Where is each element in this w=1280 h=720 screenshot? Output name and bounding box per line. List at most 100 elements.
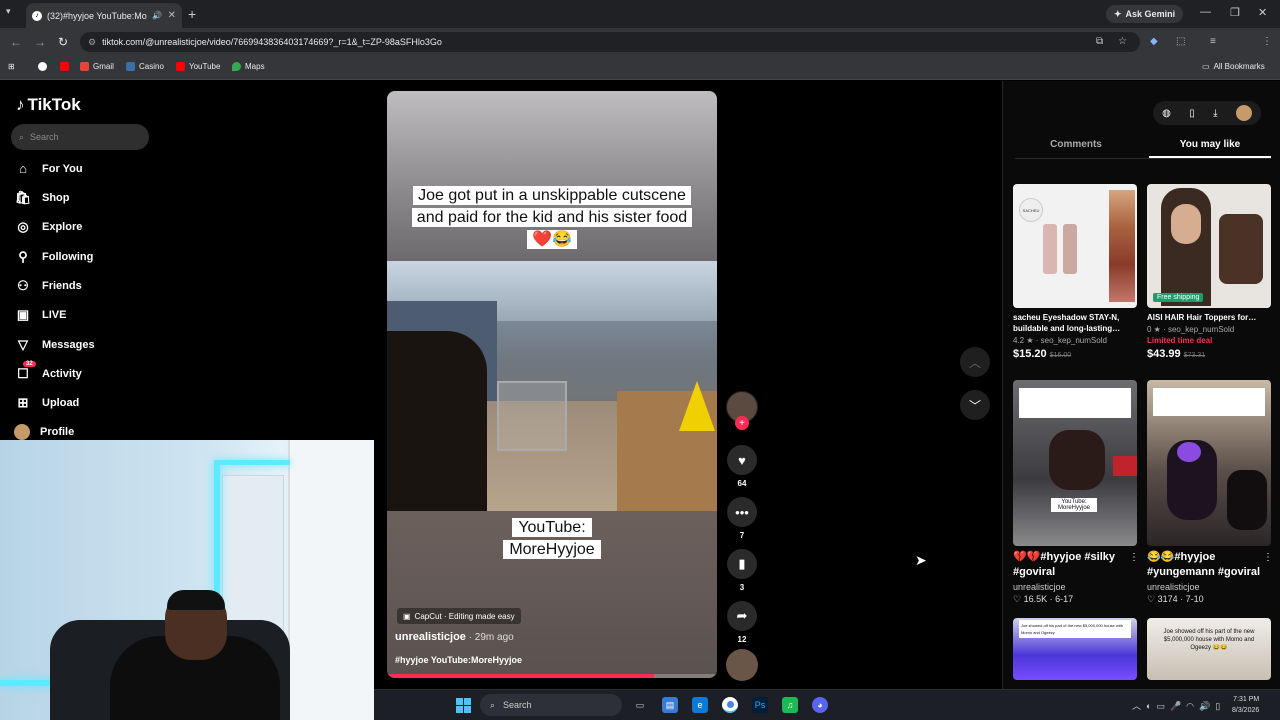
follow-plus-icon[interactable]: + [735,416,749,430]
youtube-overlay: YouTube: MoreHyyjoe [487,517,617,561]
video-caption-overlay: Joe got put in a unskippable cutscene an… [407,185,697,251]
restore-icon[interactable]: ❐ [1230,6,1240,19]
search-input[interactable]: ⌕ Search [11,124,149,150]
comment-count: 7 [739,531,745,540]
sidebar-item-shop[interactable]: 🛍 Shop [14,190,70,206]
spotify-icon[interactable]: ♫ [782,697,798,713]
share-icon: ➦ [727,601,757,631]
taskbar-clock[interactable]: 7:31 PM 8/3/2026 [1232,694,1259,716]
product-card[interactable]: SACHEU sacheu Eyeshadow STAY-N, buildabl… [1013,184,1137,360]
extensions-puzzle-icon[interactable]: ⬚ [1176,36,1185,47]
task-view-icon[interactable]: ▭ [632,697,648,713]
minimize-icon[interactable]: — [1200,6,1211,18]
new-tab-button[interactable]: + [188,6,196,22]
sidebar-item-activity[interactable]: ☐ 32 Activity [14,361,82,382]
bookmark-casino[interactable]: Casino [126,62,164,71]
ask-gemini-button[interactable]: ✦ Ask Gemini [1106,5,1184,23]
activity-icon: ☐ 32 [14,361,36,382]
reading-list-icon[interactable]: ≡ [1210,36,1216,47]
like-button[interactable]: ♥ 64 [726,445,758,488]
tab-search-icon[interactable]: ▾ [6,6,20,20]
url-bar[interactable]: ⚙ tiktok.com/@unrealisticjoe/video/76699… [80,32,1140,52]
sidebar-item-friends[interactable]: ⚇ Friends [14,278,82,294]
bookmark-gmail[interactable]: Gmail [80,62,114,71]
back-icon[interactable]: ← [10,35,22,49]
bookmark-youtube[interactable]: YouTube [176,62,220,71]
address-bar-row: ← → ↻ ⚙ tiktok.com/@unrealisticjoe/video… [0,28,1280,77]
file-explorer-icon[interactable]: ▤ [662,697,678,713]
video-author[interactable]: unrealisticjoe · 29m ago [395,631,514,643]
video-progress-bar[interactable] [387,674,717,678]
sidebar-item-messages[interactable]: ▽ Messages [14,337,95,353]
video-card[interactable]: 😂😂#hyyjoe #yungemann #goviral unrealisti… [1147,380,1273,605]
sidebar-item-profile[interactable]: Profile [14,424,74,440]
bookmark-label: Casino [139,62,164,71]
next-video-chevron-down-icon[interactable]: ﹀ [960,390,990,420]
youtube-overlay-text: YouTube: MoreHyyjoe [503,518,601,559]
tiktok-logo[interactable]: ♪ TikTok [16,95,81,115]
sidebar-item-for-you[interactable]: ⌂ For You [14,161,82,176]
windows-start-icon[interactable] [456,698,471,713]
system-tray-icons[interactable]: ︿ ◐ ▭ 🎤 ◠ 🔊 ▯ [1132,699,1220,712]
save-button[interactable]: ▮ 3 [726,549,758,592]
sidebar-item-label: LIVE [42,309,67,321]
video-card[interactable]: YouTube: MoreHyyjoe 💔💔#hyyjoe #silky #go… [1013,380,1139,605]
capcut-tag[interactable]: ▣ CapCut · Editing made easy [397,608,521,624]
site-info-icon[interactable]: ⚙ [88,37,96,48]
window-close-icon[interactable]: ✕ [1258,6,1267,19]
sidebar-item-explore[interactable]: ◎ Explore [14,219,82,235]
phone-icon[interactable]: ▯ [1189,108,1195,119]
comment-button[interactable]: ••• 7 [726,497,758,540]
discord-icon[interactable]: ◕ [812,697,828,713]
chrome-icon[interactable] [722,697,738,713]
github-icon[interactable] [38,62,47,71]
product-thumbnail: Free shipping [1147,184,1271,308]
search-icon: ⌕ [19,131,25,142]
product-price: $43.99 [1147,348,1181,360]
forward-icon[interactable]: → [34,35,46,49]
sidebar-item-label: Upload [42,397,80,409]
capcut-icon: ▣ [403,611,411,621]
bookmark-maps[interactable]: Maps [232,62,265,71]
user-avatar[interactable] [1235,105,1252,121]
more-options-icon[interactable]: ⋮ [1263,552,1273,563]
video-card[interactable]: Joe showed off his part of the new $5,00… [1013,618,1137,680]
tab-close-icon[interactable]: ✕ [168,10,176,21]
tab-comments[interactable]: Comments [1015,139,1137,150]
download-icon[interactable]: ⤓ [1213,108,1217,119]
browser-tab[interactable]: ♪ (32)#hyyjoe YouTube:More 🔊 ✕ [26,3,182,28]
bookmark-star-icon[interactable]: ☆ [1118,36,1127,47]
menu-dots-icon[interactable]: ⋮ [1262,36,1272,47]
photoshop-icon[interactable]: Ps [752,697,768,713]
upload-icon: ⊞ [17,395,29,410]
thumbnail-caption [1153,388,1265,416]
product-card[interactable]: Free shipping AISI HAIR Hair Toppers for… [1147,184,1271,360]
coin-icon[interactable]: ◍ [1162,108,1171,119]
video-card[interactable]: Joe showed off his part of the new $5,00… [1147,618,1271,680]
share-button[interactable]: ➦ 12 [726,601,758,644]
tab-you-may-like[interactable]: You may like [1149,139,1271,158]
home-icon: ⌂ [19,161,27,176]
install-app-icon[interactable]: ⧉ [1096,36,1103,47]
streamer-hair [167,590,225,610]
previous-video-chevron-up-icon[interactable]: ︿ [960,347,990,377]
shop-icon: 🛍 [14,190,32,205]
audio-icon[interactable]: 🔊 [152,11,162,20]
edge-icon[interactable]: e [692,697,708,713]
bookmarks-bar: ⊞ Gmail Casino YouTube Maps ▭ All Bookmar… [0,56,1280,80]
reload-icon[interactable]: ↻ [58,35,68,49]
sidebar-item-upload[interactable]: ⊞ Upload [14,395,80,411]
product-title: AISI HAIR Hair Toppers for… [1147,313,1257,322]
save-count: 3 [739,583,745,592]
sidebar-item-following[interactable]: ⚲ Following [14,249,93,265]
sidebar-item-live[interactable]: ▣ LIVE [14,307,67,323]
all-bookmarks[interactable]: ▭ All Bookmarks [1202,62,1265,71]
extension-icon[interactable]: ◆ [1150,36,1158,47]
youtube-bookmark-icon[interactable] [60,62,69,71]
taskbar-search[interactable]: ⌕ Search [480,694,622,716]
video-player[interactable]: Joe got put in a unskippable cutscene an… [387,91,717,678]
sound-disc-avatar[interactable] [726,649,758,681]
apps-grid-icon[interactable]: ⊞ [8,62,15,71]
url-text: tiktok.com/@unrealisticjoe/video/7669943… [102,37,442,47]
more-options-icon[interactable]: ⋮ [1129,552,1139,563]
